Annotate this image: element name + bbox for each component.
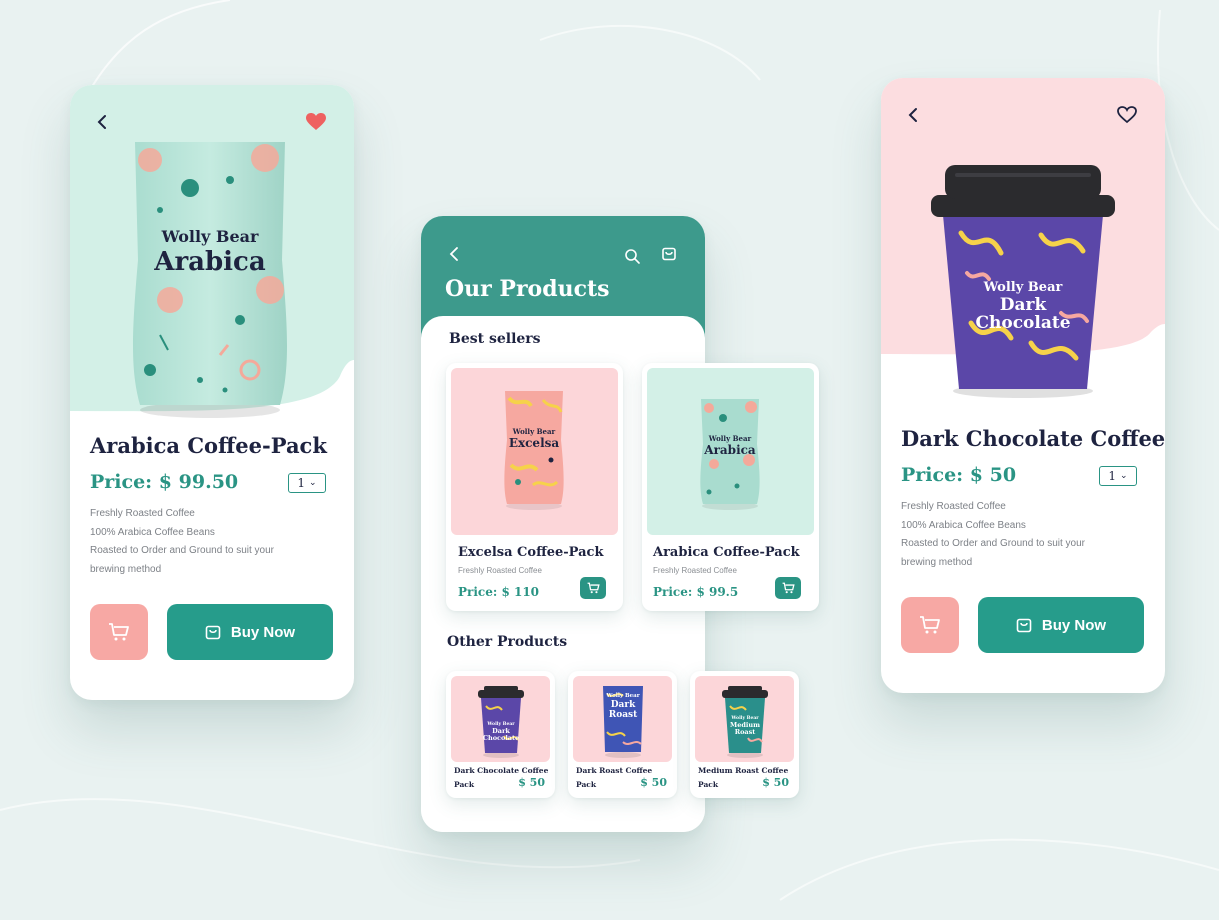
chevron-down-icon: ⌄ — [1120, 471, 1128, 481]
cart-icon — [920, 616, 940, 634]
cart-icon — [109, 623, 129, 641]
other-products-heading: Other Products — [447, 634, 568, 650]
description-line: Roasted to Order and Ground to suit your — [90, 545, 274, 556]
shopping-bag-icon[interactable] — [661, 246, 677, 262]
pack-name-line: Dark — [610, 700, 636, 710]
cup-name-line: Roast — [734, 728, 756, 736]
cup-name-line: Dark — [999, 295, 1047, 315]
arabica-pack-image: Wolly Bear Arabica — [647, 368, 814, 535]
best-seller-card-arabica[interactable]: Wolly Bear Arabica Arabica Coffee-Pack F… — [642, 363, 819, 611]
shopping-bag-icon — [205, 625, 221, 640]
heart-filled-icon[interactable] — [306, 113, 328, 133]
shopping-bag-icon — [1016, 618, 1032, 633]
buy-now-button[interactable]: Buy Now — [978, 597, 1144, 653]
product-price: $ 50 — [762, 776, 789, 789]
cart-icon — [587, 582, 600, 594]
cart-icon — [782, 582, 795, 594]
best-sellers-heading: Best sellers — [449, 331, 541, 347]
quantity-select[interactable]: 1 ⌄ — [288, 473, 326, 493]
quantity-value: 1 — [297, 476, 306, 490]
search-icon[interactable] — [624, 248, 640, 264]
product-price: Price: $ 99.50 — [90, 471, 239, 493]
description-line: Roasted to Order and Ground to suit your — [901, 538, 1085, 549]
description-line: 100% Arabica Coffee Beans — [90, 526, 215, 538]
other-product-card[interactable]: Wolly Bear Dark Roast Dark Roast Coffee … — [568, 671, 677, 798]
description-line: 100% Arabica Coffee Beans — [901, 519, 1026, 531]
chevron-left-icon[interactable] — [907, 106, 925, 126]
pack-name-line: Roast — [608, 710, 638, 720]
best-seller-card-excelsa[interactable]: Wolly Bear Excelsa Excelsa Coffee-Pack F… — [446, 363, 623, 611]
other-product-card[interactable]: Wolly Bear Dark Chocolate Dark Chocolate… — [446, 671, 555, 798]
buy-now-button[interactable]: Buy Now — [167, 604, 333, 660]
description-line: Freshly Roasted Coffee — [901, 501, 1006, 512]
chevron-left-icon[interactable] — [96, 113, 114, 133]
description-line: Freshly Roasted Coffee — [90, 508, 195, 519]
add-to-cart-button[interactable] — [901, 597, 959, 653]
pack-brand-label: Wolly Bear — [512, 427, 556, 436]
pack-name-label: Excelsa — [508, 436, 560, 450]
pack-brand-label: Wolly Bear — [708, 434, 752, 443]
product-price: $ 50 — [518, 776, 545, 789]
quantity-select[interactable]: 1 ⌄ — [1099, 466, 1137, 486]
dark-chocolate-detail-screen: Wolly Bear Dark Chocolate Dark Chocolate… — [881, 78, 1165, 693]
page-title: Our Products — [445, 276, 610, 302]
product-price: $ 50 — [640, 776, 667, 789]
cup-name-line: Chocolate — [975, 313, 1071, 333]
buy-now-label: Buy Now — [1041, 616, 1107, 634]
product-description: Freshly Roasted Coffee 100% Arabica Coff… — [901, 498, 1131, 572]
product-subtitle: Freshly Roasted Coffee — [458, 566, 542, 575]
product-subtitle: Freshly Roasted Coffee — [653, 566, 737, 575]
add-to-cart-button[interactable] — [580, 577, 606, 599]
other-product-card[interactable]: Wolly Bear Medium Roast Medium Roast Cof… — [690, 671, 799, 798]
pack-brand-label: Wolly Bear — [161, 227, 259, 246]
pack-name-label: Arabica — [154, 247, 266, 277]
dark-chocolate-cup-image: Wolly Bear Dark Chocolate — [451, 676, 550, 762]
pack-name-label: Arabica — [704, 443, 756, 457]
arabica-detail-screen: Wolly Bear Arabica Arabica Coffee-Pack P… — [70, 85, 354, 700]
dark-roast-pack-image: Wolly Bear Dark Roast — [573, 676, 672, 762]
chevron-down-icon: ⌄ — [309, 478, 317, 488]
buy-now-label: Buy Now — [230, 623, 296, 641]
medium-roast-cup-image: Wolly Bear Medium Roast — [695, 676, 794, 762]
product-price: Price: $ 99.5 — [653, 585, 739, 599]
add-to-cart-button[interactable] — [775, 577, 801, 599]
cup-brand-label: Wolly Bear — [983, 280, 1063, 295]
product-title: Arabica Coffee-Pack — [90, 433, 327, 458]
quantity-value: 1 — [1108, 469, 1117, 483]
cup-name-line: Chocolate — [482, 734, 520, 742]
product-name: Excelsa Coffee-Pack — [458, 545, 604, 560]
description-line: brewing method — [90, 563, 162, 575]
excelsa-pack-image: Wolly Bear Excelsa — [451, 368, 618, 535]
product-price: Price: $ 50 — [901, 464, 1017, 486]
product-name: Arabica Coffee-Pack — [653, 545, 800, 560]
description-line: brewing method — [901, 556, 973, 568]
product-price: Price: $ 110 — [458, 585, 540, 599]
product-description: Freshly Roasted Coffee 100% Arabica Coff… — [90, 505, 320, 579]
product-title: Dark Chocolate Coffee — [901, 426, 1165, 451]
add-to-cart-button[interactable] — [90, 604, 148, 660]
chevron-left-icon[interactable] — [449, 246, 459, 265]
pack-brand-label: Wolly Bear — [606, 693, 640, 699]
arabica-pack-image — [133, 142, 287, 418]
heart-outline-icon[interactable] — [1117, 106, 1139, 126]
